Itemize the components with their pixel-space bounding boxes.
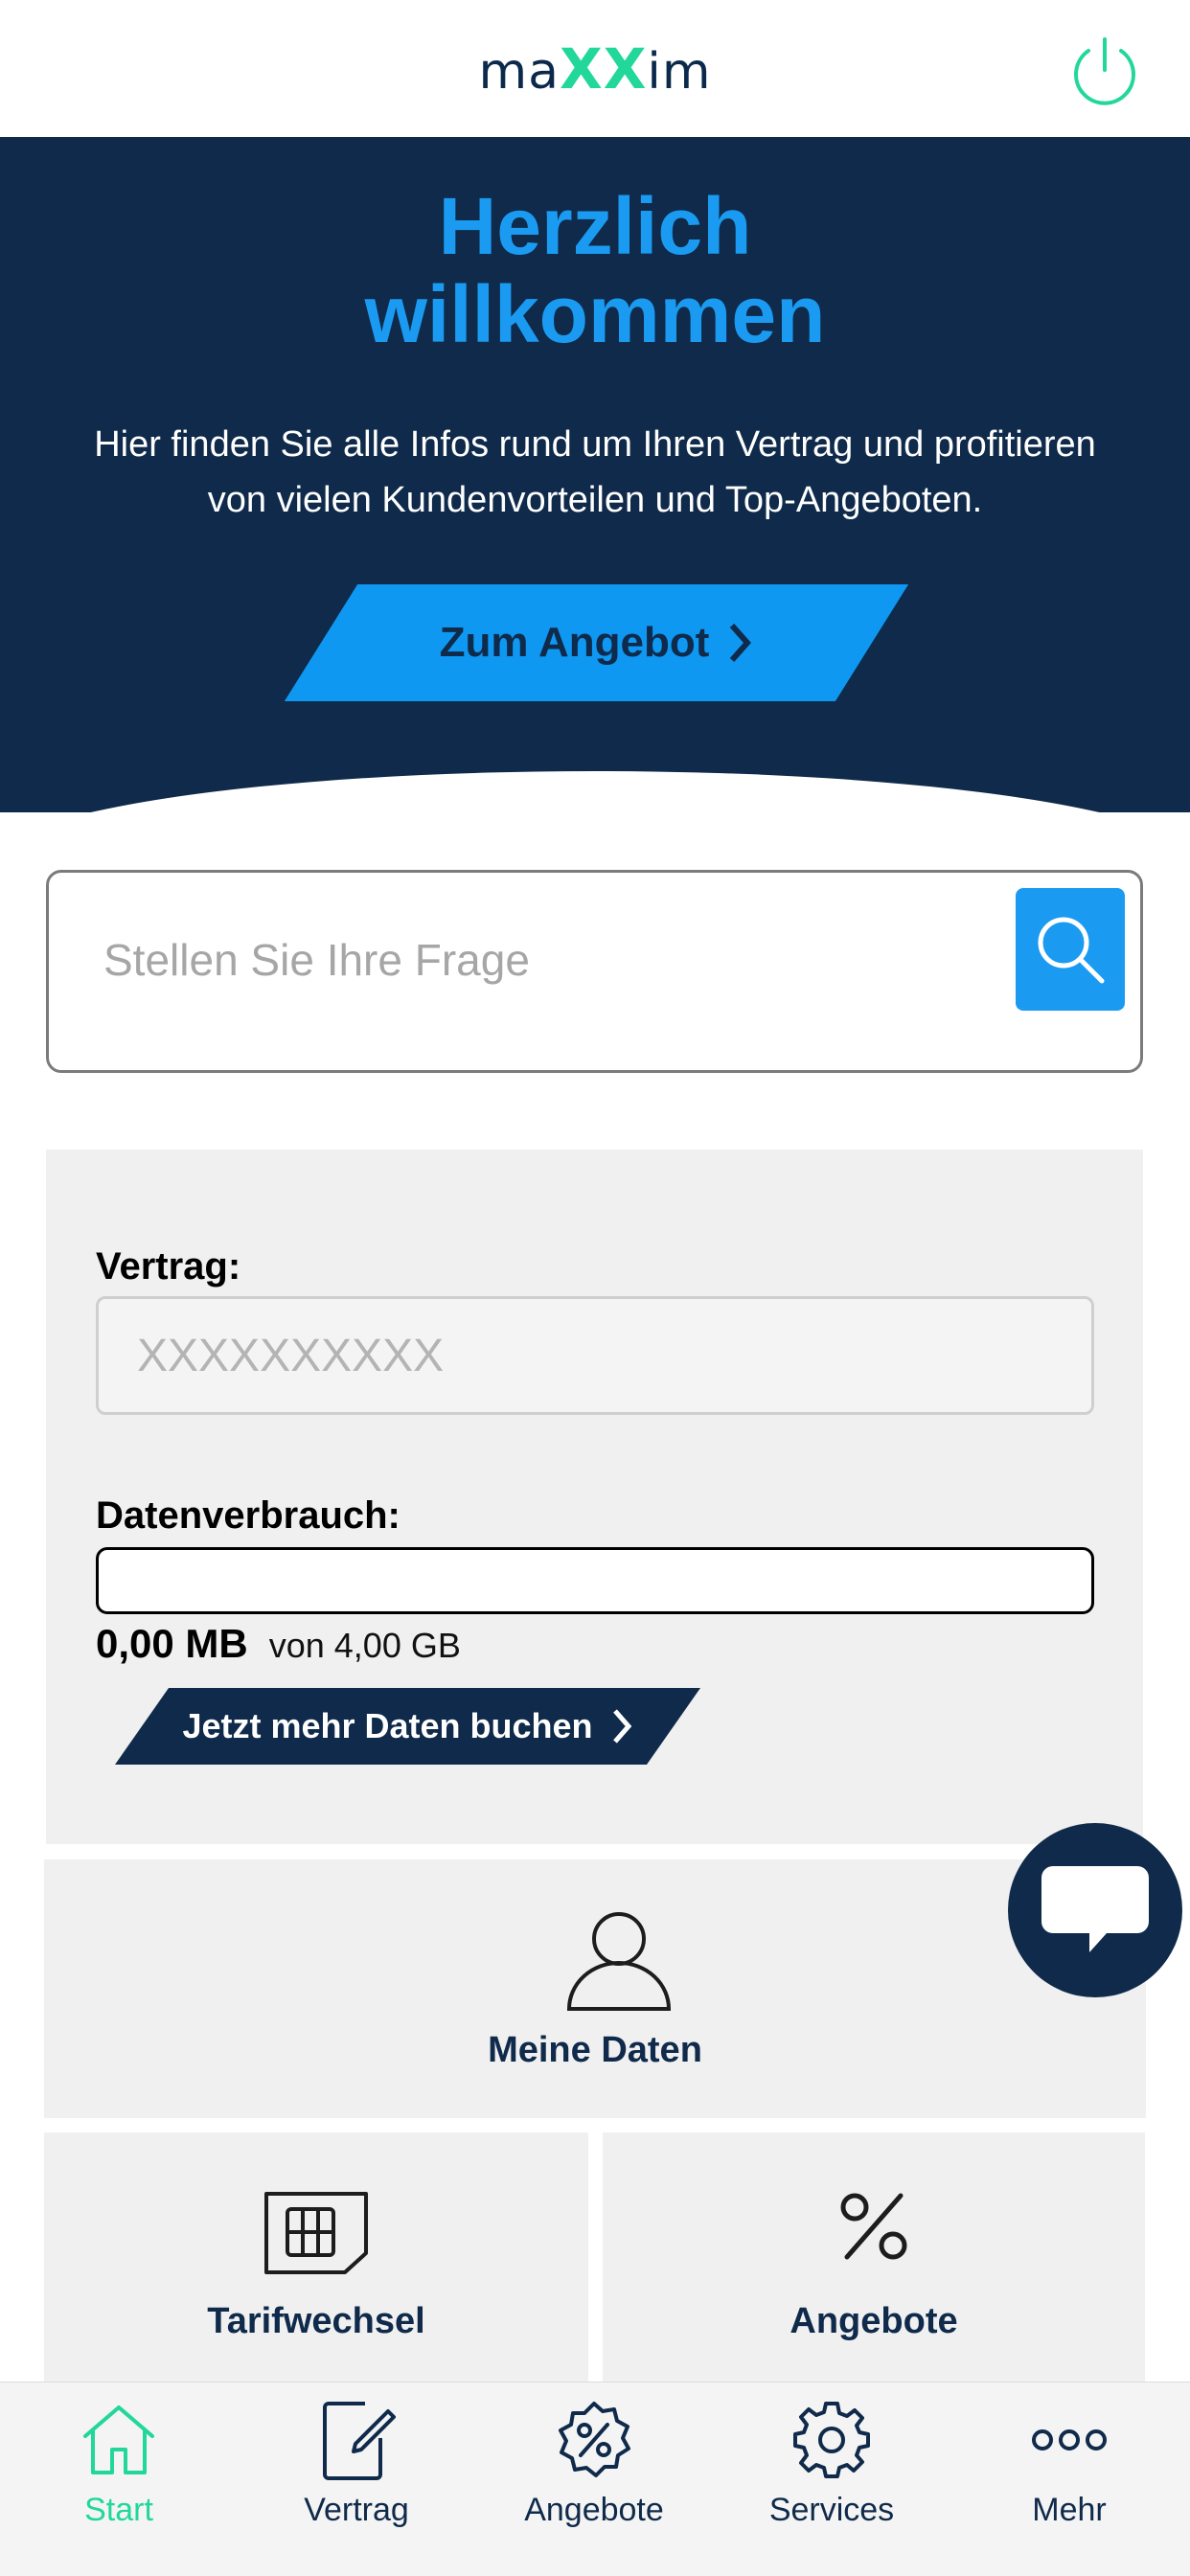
sim-card-icon [264,2192,368,2274]
tab-vertrag-label: Vertrag [304,2492,409,2528]
welcome-subtitle-line1: Hier finden Sie alle Infos rund um Ihren… [94,424,1096,465]
percent-icon [840,2193,907,2260]
chat-bubble-icon [1041,1866,1149,1952]
usage-text: 0,00 MB von 4,00 GB [96,1621,461,1667]
maxxim-logo[interactable]: maXXim [478,36,711,102]
contract-number-field[interactable]: XXXXXXXXXX [96,1296,1094,1415]
more-dots-icon [1032,2429,1107,2451]
welcome-title-line1: Herzlich [438,181,752,271]
offers-label: Angebote [790,2301,958,2341]
welcome-subtitle: Hier finden Sie alle Infos rund um Ihren… [57,417,1133,528]
question-search-input[interactable] [102,921,968,999]
offer-cta-label: Zum Angebot [439,619,710,666]
contract-number-value: XXXXXXXXXX [137,1330,445,1381]
power-icon[interactable] [1067,34,1142,108]
offers-badge-icon [559,2402,630,2477]
offers-tile[interactable]: Angebote [603,2132,1145,2382]
welcome-title-line2: willkommen [364,269,826,359]
tab-angebote-label: Angebote [524,2492,664,2528]
chevron-right-icon [612,1709,631,1744]
person-icon [566,1912,672,2011]
tab-mehr[interactable]: Mehr [950,2382,1188,2576]
my-data-label: Meine Daten [488,2030,702,2070]
chat-button[interactable] [1008,1823,1182,1997]
tab-mehr-label: Mehr [1032,2492,1107,2528]
contract-label: Vertrag: [96,1245,241,1288]
home-icon [83,2405,154,2474]
data-usage-bar [96,1547,1094,1614]
usage-total: von 4,00 GB [268,1626,461,1665]
book-more-data-label: Jetzt mehr Daten buchen [182,1706,593,1745]
tab-services-label: Services [768,2492,895,2528]
search-icon [1038,917,1105,984]
usage-label: Datenverbrauch: [96,1494,400,1537]
gear-icon [793,2402,870,2478]
search-button[interactable] [1016,888,1125,1011]
contract-icon [323,2402,396,2480]
welcome-subtitle-line2: von vielen Kundenvorteilen und Top-Angeb… [207,480,983,520]
question-search [46,870,1143,1073]
tariff-change-tile[interactable]: Tarifwechsel [44,2132,588,2382]
tab-angebote[interactable]: Angebote [475,2382,713,2576]
app-header: maXXim [0,0,1190,138]
tab-vertrag[interactable]: Vertrag [238,2382,475,2576]
welcome-title: Herzlich willkommen [0,182,1190,358]
usage-used: 0,00 MB [96,1621,248,1666]
my-data-tile[interactable]: Meine Daten [44,1859,1146,2118]
chevron-right-icon [730,624,752,662]
offer-cta-button[interactable]: Zum Angebot [284,584,909,701]
bottom-tab-bar: Start Vertrag Angebote Services Mehr [0,2382,1190,2576]
book-more-data-button[interactable]: Jetzt mehr Daten buchen [114,1688,701,1765]
tab-services[interactable]: Services [713,2382,950,2576]
tab-start-label: Start [84,2492,153,2528]
tariff-change-label: Tarifwechsel [207,2301,425,2341]
contract-panel: Vertrag: XXXXXXXXXX Datenverbrauch: 0,00… [46,1150,1143,1844]
tab-start[interactable]: Start [0,2382,238,2576]
